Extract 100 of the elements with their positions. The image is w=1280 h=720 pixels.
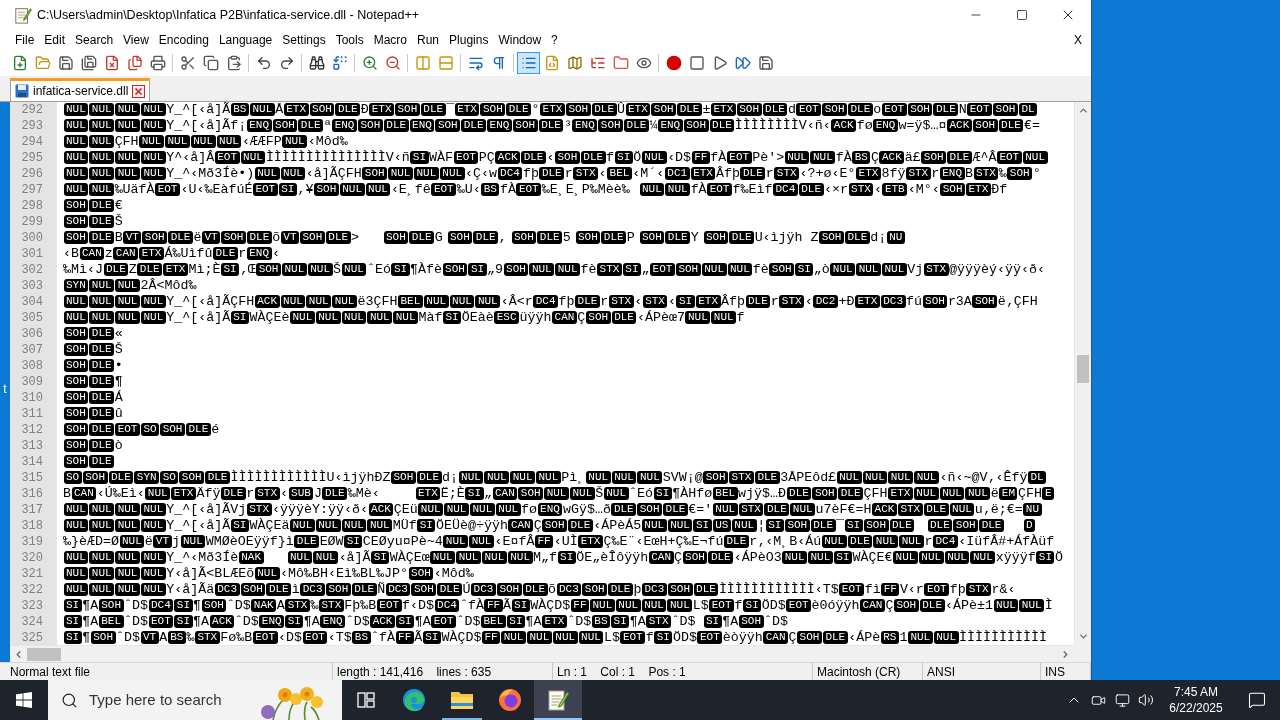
binary-text: L$ (692, 598, 709, 613)
control-code-tag: NUL (665, 183, 691, 196)
close-document-button[interactable]: X (1071, 30, 1085, 50)
control-code-tag: SI (506, 615, 525, 628)
search-field[interactable]: Type here to search (89, 688, 259, 712)
control-code-tag: NUL (862, 471, 888, 484)
binary-text: • (114, 358, 123, 373)
scrollbar-thumb[interactable] (27, 647, 61, 661)
line-number: 320 (21, 551, 43, 565)
vertical-scrollbar[interactable] (1074, 102, 1091, 645)
control-code-tag: DLE (844, 231, 870, 244)
menu-item[interactable]: Edit (39, 30, 71, 50)
control-code-tag: NUL (641, 519, 667, 532)
menu-item[interactable]: File (10, 30, 40, 50)
control-code-tag: ACK (209, 615, 235, 628)
binary-text: r (924, 534, 933, 549)
control-code-tag: SI (417, 519, 436, 532)
control-code-tag: DLE (729, 231, 755, 244)
control-code-tag: SOH (921, 151, 947, 164)
taskbar-app-button[interactable] (534, 680, 582, 720)
menu-item[interactable]: Language (213, 30, 278, 50)
binary-text: Ë;È (440, 486, 465, 501)
horizontal-scrollbar[interactable] (10, 645, 1074, 662)
control-code-tag: NUL (639, 183, 665, 196)
binary-text: Y‹å]Ãä (166, 582, 215, 597)
binary-text: ‹Môd‰ (307, 134, 348, 149)
start-logo-icon (16, 692, 32, 708)
binary-text: B (63, 486, 71, 501)
control-code-tag: DL (1018, 103, 1038, 116)
control-code-tag: SI (285, 615, 304, 628)
control-code-tag: EOT (924, 583, 950, 596)
control-code-tag: DLE (335, 103, 361, 116)
line-number: 321 (21, 567, 43, 581)
control-code-tag: SI (765, 519, 784, 532)
control-code-tag: SI (278, 183, 297, 196)
binary-text: J (313, 486, 322, 501)
control-code-tag: NUL (1022, 151, 1048, 164)
control-code-tag: SOH (565, 103, 591, 116)
binary-text: ‹M°‹ (907, 182, 940, 197)
control-code-tag: CAN (71, 487, 97, 500)
control-code-tag: NUL (306, 295, 332, 308)
menu-item[interactable]: Run (412, 30, 445, 50)
menu-item[interactable]: Tools (330, 30, 369, 50)
binary-text: ä£ (904, 150, 921, 165)
binary-text: ‹ÁPèO3 (733, 550, 782, 565)
binary-text: ¦ (757, 518, 766, 533)
control-code-tag: D (1023, 519, 1036, 532)
control-code-tag: VT (140, 631, 159, 644)
control-code-tag: EOT (148, 615, 174, 628)
close-icon[interactable] (132, 84, 146, 98)
binary-text: r3A (947, 294, 972, 309)
control-code-tag: NUL (341, 519, 367, 532)
clock-date[interactable]: 6/22/2025 (1169, 700, 1223, 716)
menu-item[interactable]: ? (546, 30, 563, 50)
control-code-tag: STX (285, 599, 310, 612)
control-code-tag: NUL (495, 503, 521, 516)
monitor-icon[interactable] (1114, 692, 1130, 708)
line-number: 316 (21, 487, 43, 501)
search-icon (61, 691, 78, 709)
control-code-tag: SOH (63, 455, 89, 468)
menu-item[interactable]: Search (70, 30, 119, 50)
scroll-down-icon[interactable] (1077, 631, 1089, 642)
window-title: C:\Users\admin\Desktop\Infatica P2B\infatica-service.dll - Notepad++ (37, 6, 420, 24)
control-code-tag: DLE (89, 391, 115, 404)
control-code-tag: SOH (863, 519, 889, 532)
control-code-tag: NUL (341, 311, 367, 324)
line-number: 297 (21, 183, 43, 197)
control-code-tag: DLE (89, 199, 115, 212)
binary-text: Á (114, 390, 123, 405)
binary-text: ¶A (525, 614, 542, 629)
binoculars-icon (308, 55, 325, 71)
binary-text: Y_^‹Mð3Íè•) (166, 166, 255, 181)
speech-bubble-icon[interactable] (1248, 691, 1266, 709)
binary-text: fþ (522, 166, 539, 181)
volume-icon[interactable] (1138, 692, 1154, 708)
binary-text: fþ (949, 582, 966, 597)
binary-text: WÀÇD$ (530, 598, 571, 613)
control-code-tag: ACK (368, 503, 394, 516)
binary-text: WÀÇEè (249, 310, 290, 325)
menu-item[interactable]: Settings (277, 30, 331, 50)
menu-item[interactable]: Macro (368, 30, 412, 50)
binary-text: ‰}èÆD=Ø (63, 534, 119, 549)
control-code-tag: NUL (481, 551, 507, 564)
binary-text: Y (690, 230, 700, 245)
menu-item[interactable]: Encoding (153, 30, 214, 50)
menu-item[interactable]: Plugins (444, 30, 494, 50)
scrollbar-thumb[interactable] (1077, 355, 1089, 383)
line-number: 299 (21, 215, 43, 229)
binary-text: f (645, 630, 654, 645)
menu-item[interactable]: Window (493, 30, 547, 50)
control-code-tag: FF (395, 631, 414, 644)
binary-text: 1 (899, 630, 908, 645)
clock-time[interactable]: 7:45 AM (1174, 684, 1218, 700)
control-code-tag: NUL (89, 583, 115, 596)
binary-text: Fø‰B (220, 630, 253, 645)
document-tab[interactable]: infatica-service.dll (10, 78, 151, 101)
control-code-tag: STX (597, 263, 622, 276)
menu-item[interactable]: View (118, 30, 154, 50)
control-code-tag: NUL (115, 151, 140, 164)
search-bar[interactable]: Type here to search (48, 680, 342, 720)
